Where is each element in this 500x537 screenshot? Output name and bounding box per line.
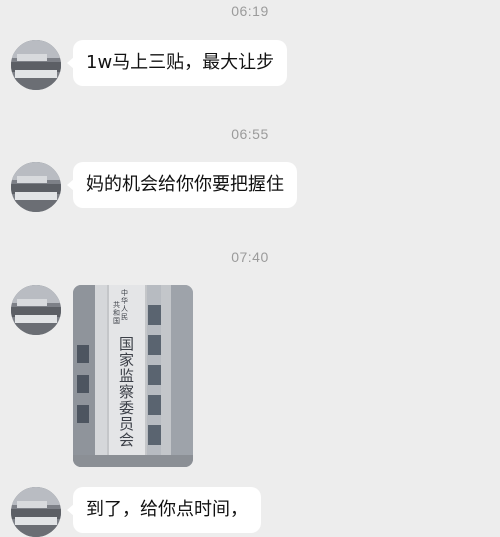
avatar-photo-icon bbox=[11, 40, 61, 90]
sign-main-text: 国家监察委员会 bbox=[119, 335, 134, 449]
message-bubble[interactable]: 妈的机会给你你要把握住 bbox=[67, 162, 297, 208]
avatar[interactable] bbox=[11, 40, 61, 90]
avatar[interactable] bbox=[11, 487, 61, 537]
timestamp: 07:40 bbox=[231, 249, 269, 265]
avatar[interactable] bbox=[11, 285, 61, 335]
avatar-photo-icon bbox=[11, 285, 61, 335]
building-sign-photo: 中华人民共和国 国家监察委员会 bbox=[73, 285, 193, 467]
avatar[interactable] bbox=[11, 162, 61, 212]
message-bubble[interactable]: 1w马上三贴，最大让步 bbox=[66, 40, 288, 86]
message-bubble[interactable]: 到了，给你点时间， bbox=[67, 487, 261, 533]
image-message[interactable]: 中华人民共和国 国家监察委员会 bbox=[73, 285, 193, 467]
timestamp: 06:19 bbox=[231, 3, 269, 19]
avatar-photo-icon bbox=[11, 162, 61, 212]
chat-window: 06:19 1w马上三贴，最大让步 06:55 妈的机会给你你要把握住 07:4… bbox=[0, 0, 500, 537]
avatar-photo-icon bbox=[11, 487, 61, 537]
timestamp: 06:55 bbox=[231, 126, 269, 142]
